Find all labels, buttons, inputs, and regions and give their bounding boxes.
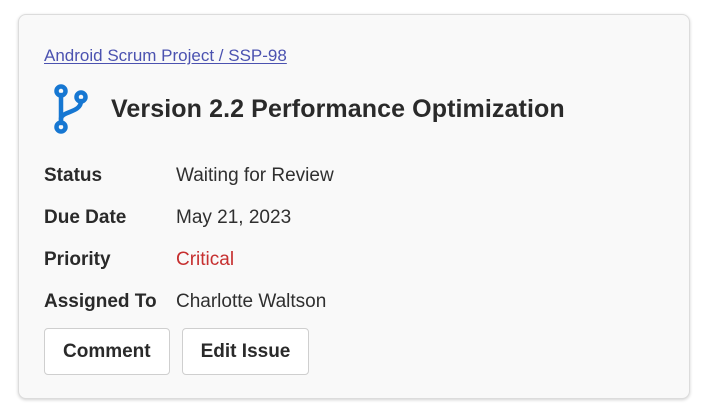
status-label: Status [44, 165, 103, 186]
assignee-value: Charlotte Waltson [176, 291, 327, 312]
priority-row: Priority Critical [44, 239, 334, 281]
due-date-row: Due Date May 21, 2023 [44, 197, 334, 239]
action-buttons: Comment Edit Issue [44, 328, 310, 375]
assignee-label: Assigned To [44, 291, 157, 312]
assignee-row: Assigned To Charlotte Waltson [44, 281, 334, 323]
priority-label: Priority [44, 249, 111, 270]
status-value: Waiting for Review [176, 165, 334, 186]
issue-fields: Status Waiting for Review Due Date May 2… [44, 155, 334, 323]
issue-header: Version 2.2 Performance Optimization [51, 83, 565, 135]
priority-value: Critical [176, 249, 235, 270]
issue-title: Version 2.2 Performance Optimization [111, 94, 565, 123]
edit-issue-button[interactable]: Edit Issue [181, 328, 310, 375]
due-date-label: Due Date [44, 207, 127, 228]
due-date-value: May 21, 2023 [176, 207, 292, 228]
status-row: Status Waiting for Review [44, 155, 334, 197]
comment-button[interactable]: Comment [44, 328, 170, 375]
breadcrumb-link[interactable]: Android Scrum Project / SSP-98 [44, 46, 287, 66]
issue-card: Android Scrum Project / SSP-98 Version 2… [18, 14, 690, 399]
branch-icon [54, 84, 88, 134]
